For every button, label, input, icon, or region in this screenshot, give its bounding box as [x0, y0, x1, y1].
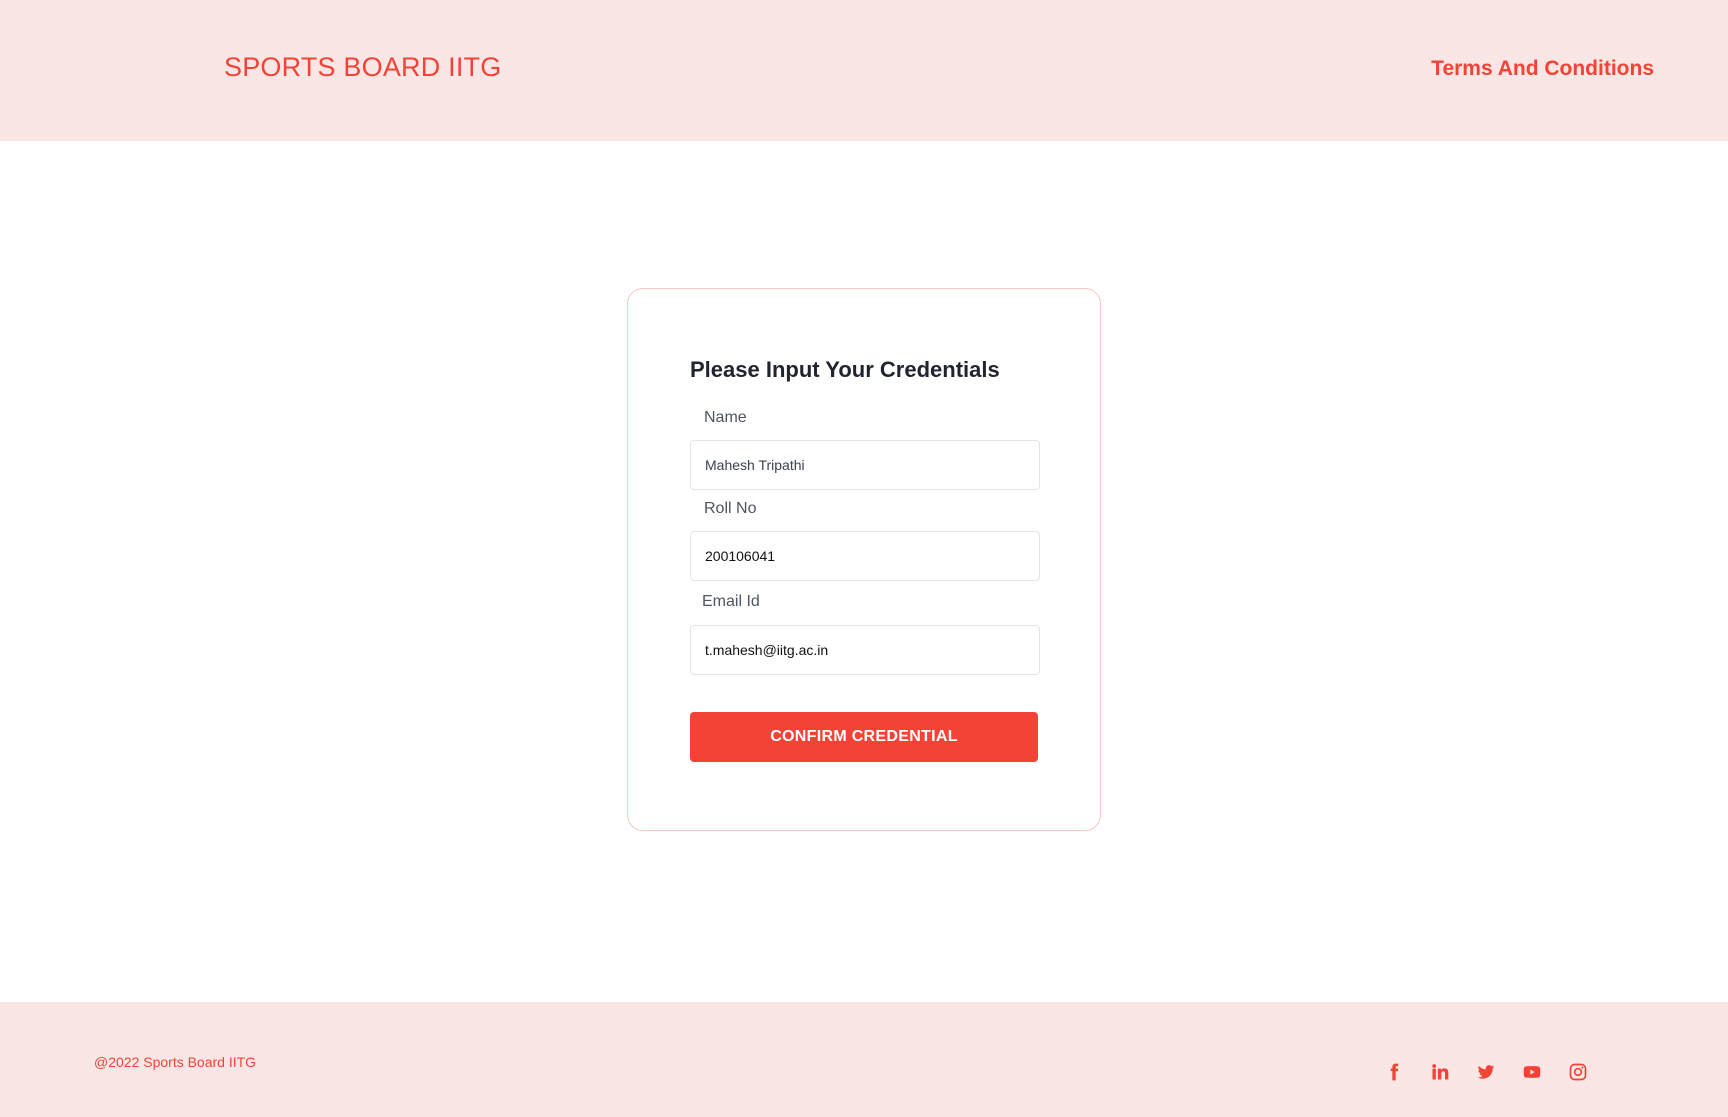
facebook-icon[interactable]: [1383, 1061, 1405, 1083]
roll-no-label: Roll No: [704, 500, 757, 517]
copyright-text: @2022 Sports Board IITG: [94, 1054, 257, 1070]
top-header: SPORTS BOARD IITG Terms And Conditions: [0, 0, 1728, 141]
credentials-card: Please Input Your Credentials Name Roll …: [627, 288, 1101, 831]
name-input[interactable]: [690, 440, 1040, 490]
form-title: Please Input Your Credentials: [690, 357, 1000, 382]
brand-title[interactable]: SPORTS BOARD IITG: [224, 52, 501, 83]
roll-no-input[interactable]: [690, 531, 1040, 581]
twitter-icon[interactable]: [1475, 1061, 1497, 1083]
instagram-icon[interactable]: [1567, 1061, 1589, 1083]
email-label: Email Id: [702, 593, 760, 610]
footer: @2022 Sports Board IITG: [0, 1002, 1728, 1117]
linkedin-icon[interactable]: [1429, 1061, 1451, 1083]
name-label: Name: [704, 409, 747, 426]
terms-and-conditions-link[interactable]: Terms And Conditions: [1431, 57, 1654, 81]
youtube-icon[interactable]: [1521, 1061, 1543, 1083]
email-input[interactable]: [690, 625, 1040, 675]
confirm-credential-button[interactable]: CONFIRM CREDENTIAL: [690, 712, 1038, 762]
